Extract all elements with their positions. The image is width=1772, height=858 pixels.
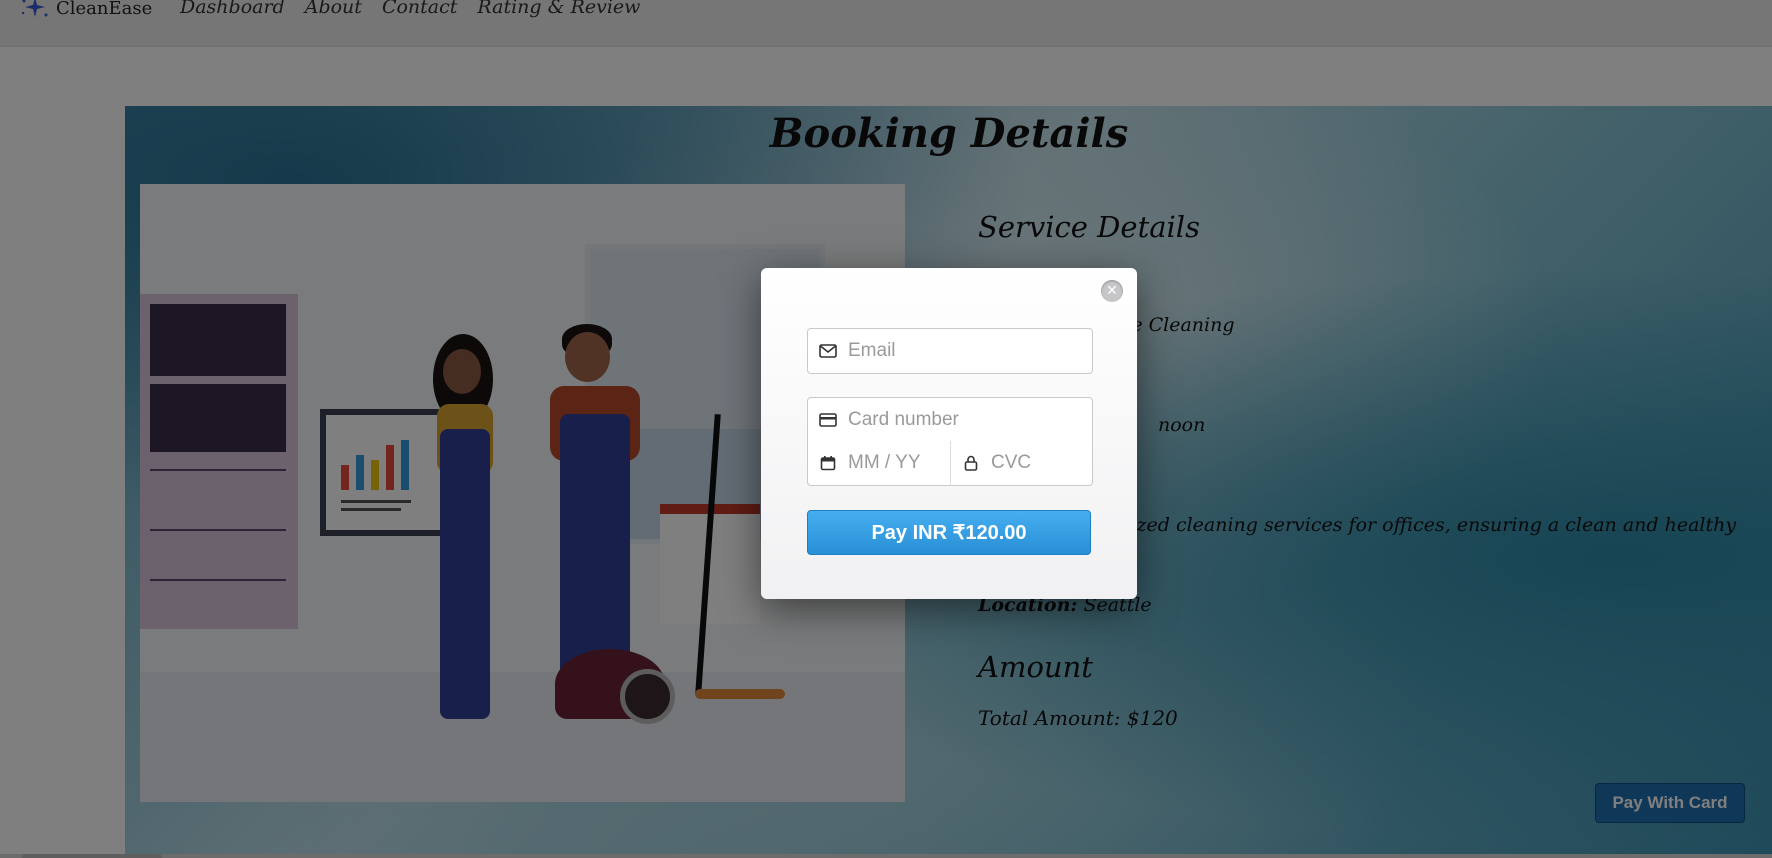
mail-icon [818,341,838,361]
card-number-placeholder: Card number [848,409,959,430]
expiry-placeholder: MM / YY [848,452,921,473]
card-number-field[interactable]: Card number [807,397,1093,443]
pay-button[interactable]: Pay INR ₹120.00 [807,510,1091,555]
email-field[interactable]: Email [807,328,1093,374]
cvc-field[interactable]: CVC [950,441,1093,486]
expiry-field[interactable]: MM / YY [807,441,951,486]
lock-icon [961,453,981,473]
calendar-icon [818,453,838,473]
close-icon[interactable]: ✕ [1101,280,1123,302]
email-placeholder: Email [848,340,896,361]
checkout-modal: ✕ Email Card number MM / YY CVC Pay INR … [761,268,1137,599]
card-icon [818,410,838,430]
cvc-placeholder: CVC [991,452,1032,473]
